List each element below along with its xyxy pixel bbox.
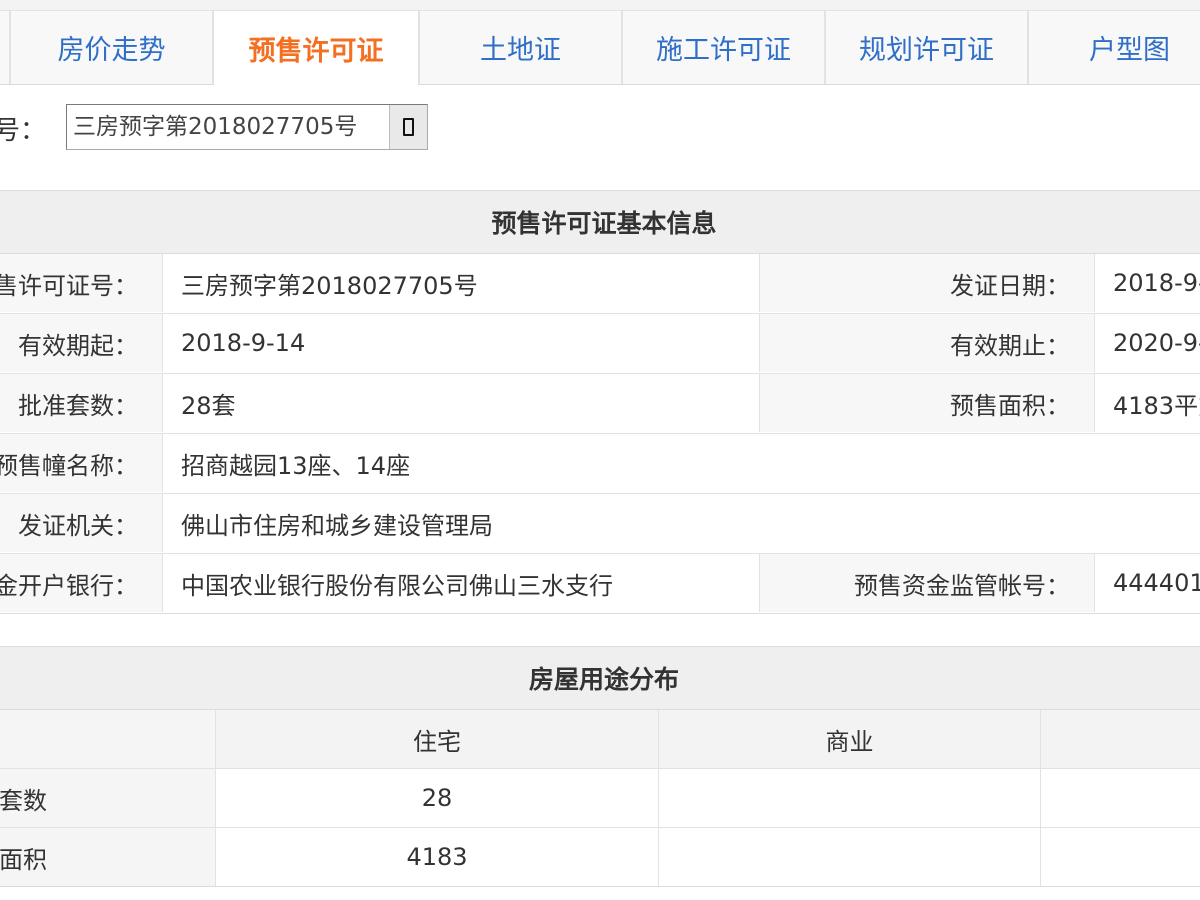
table-row: 有效期起： 2018-9-14 有效期止： 2020-9-14: [0, 314, 1200, 374]
row-label: 有效期起：: [0, 314, 162, 372]
permit-number-select[interactable]: 三房预字第2018027705号: [66, 104, 428, 150]
row-value: 2020-9-14: [1094, 314, 1200, 372]
column-header: 商业: [658, 710, 1040, 768]
table-cell: 4183: [215, 828, 658, 886]
tab-floor-plan[interactable]: 户型图: [1028, 10, 1200, 84]
row-label: 预售资金监管帐号：: [759, 554, 1094, 612]
row-label: 有效期止：: [759, 314, 1094, 372]
usage-distribution-table: 房屋用途分布 住宅 商业 套数 28 面积 4183: [0, 646, 1200, 887]
tab-presale-permit[interactable]: 预售许可证: [213, 10, 419, 85]
row-label: 批准套数：: [0, 374, 162, 432]
tab-edge: [0, 10, 10, 84]
tab-construction-permit[interactable]: 施工许可证: [622, 10, 825, 84]
tab-price-trend[interactable]: 房价走势: [10, 10, 213, 84]
row-label: 发证日期：: [759, 254, 1094, 312]
row-label: 面积: [0, 828, 215, 886]
row-label: 资金开户银行：: [0, 554, 162, 612]
table-cell: 28: [215, 769, 658, 827]
usage-title: 房屋用途分布: [0, 647, 1200, 710]
row-value: 中国农业银行股份有限公司佛山三水支行: [162, 554, 759, 612]
row-value: 三房预字第2018027705号: [162, 254, 759, 312]
table-row: 发证机关： 佛山市住房和城乡建设管理局: [0, 494, 1200, 554]
row-label: 预售许可证号：: [0, 254, 162, 312]
table-row: 资金开户银行： 中国农业银行股份有限公司佛山三水支行 预售资金监管帐号： 444…: [0, 554, 1200, 613]
table-row: 预售许可证号： 三房预字第2018027705号 发证日期： 2018-9-14: [0, 254, 1200, 314]
permit-number-value: 三房预字第2018027705号: [73, 114, 358, 140]
column-header: 住宅: [215, 710, 658, 768]
tab-planning-permit[interactable]: 规划许可证: [825, 10, 1028, 84]
row-label: 套数: [0, 769, 215, 827]
tab-land-certificate[interactable]: 土地证: [419, 10, 622, 84]
row-label: 发证机关：: [0, 494, 162, 552]
row-label: 预售面积：: [759, 374, 1094, 432]
permit-number-label: 证号：: [0, 116, 47, 146]
dropdown-button[interactable]: [389, 105, 427, 149]
table-cell: [1040, 769, 1200, 827]
table-row: 预售幢名称： 招商越园13座、14座: [0, 434, 1200, 494]
table-cell: [1040, 828, 1200, 886]
row-label: 预售幢名称：: [0, 434, 162, 492]
row-value: 28套: [162, 374, 759, 432]
table-header-row: 住宅 商业: [0, 710, 1200, 769]
table-row: 面积 4183: [0, 828, 1200, 886]
row-value: 招商越园13座、14座: [162, 434, 1200, 492]
column-header: [1040, 710, 1200, 768]
table-row: 套数 28: [0, 769, 1200, 828]
row-value: 2018-9-14: [162, 314, 759, 372]
row-value: 44440101040003456: [1094, 554, 1200, 612]
table-cell: [658, 769, 1040, 827]
dropdown-icon: [403, 118, 414, 136]
basic-info-title: 预售许可证基本信息: [0, 191, 1200, 254]
table-cell: [658, 828, 1040, 886]
table-row: 批准套数： 28套 预售面积： 4183平方米: [0, 374, 1200, 434]
row-value: 佛山市住房和城乡建设管理局: [162, 494, 1200, 552]
row-value: 2018-9-14: [1094, 254, 1200, 312]
column-header: [0, 710, 215, 768]
tab-bar: 房价走势 预售许可证 土地证 施工许可证 规划许可证 户型图: [0, 0, 1200, 85]
row-value: 4183平方米: [1094, 374, 1200, 432]
basic-info-table: 预售许可证基本信息 预售许可证号： 三房预字第2018027705号 发证日期：…: [0, 190, 1200, 614]
